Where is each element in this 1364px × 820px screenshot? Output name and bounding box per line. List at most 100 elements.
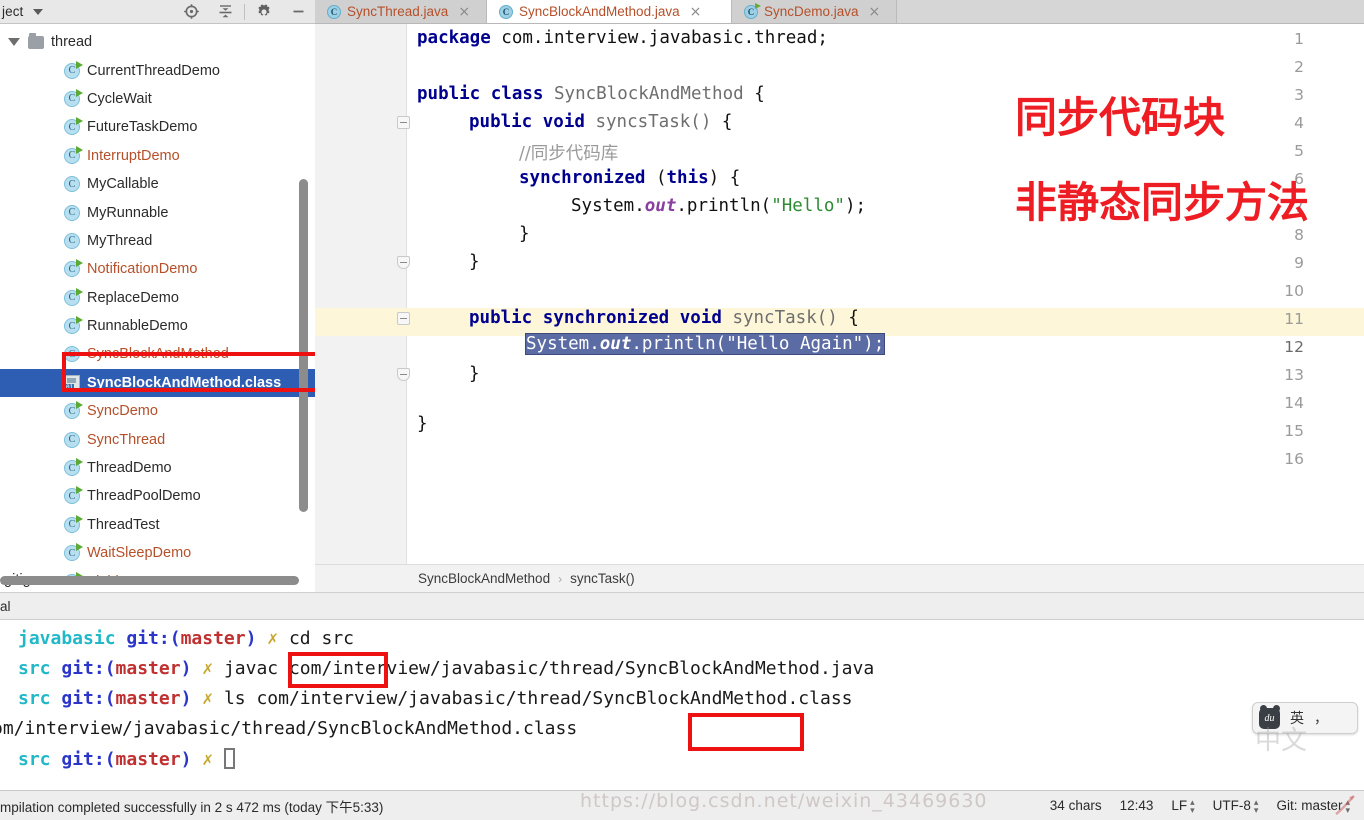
status-line-separator[interactable]: LF ▴ ▾ xyxy=(1171,796,1195,815)
chevron-down-icon[interactable] xyxy=(33,8,44,15)
code-comment: //同步代码库 xyxy=(519,144,619,164)
tree-node-my-runnable[interactable]: C MyRunnable xyxy=(0,198,315,226)
toolwindow-title: ject xyxy=(2,4,24,19)
code-keyword: synchronized xyxy=(519,168,646,188)
status-bar: mpilation completed successfully in 2 s … xyxy=(0,790,1364,820)
terminal-tab-label[interactable]: al xyxy=(0,599,11,614)
status-git-branch-label: Git: master xyxy=(1276,798,1343,813)
tree-node-notification-demo[interactable]: C NotificationDemo xyxy=(0,255,315,283)
tree-node-runnable-demo[interactable]: C RunnableDemo xyxy=(0,312,315,340)
code-text: ); xyxy=(844,196,867,216)
code-line-12: System.out.println("Hello Again"); xyxy=(524,333,886,355)
tree-node-wait-sleep-demo[interactable]: C WaitSleepDemo xyxy=(0,539,315,567)
tree-node-sync-block-and-method-class[interactable]: SyncBlockAndMethod.class xyxy=(0,368,315,398)
tree-node-cycle-wait[interactable]: C CycleWait xyxy=(0,85,315,113)
tree-node-sync-demo[interactable]: C SyncDemo xyxy=(0,397,315,425)
java-runnable-class-icon: C xyxy=(64,88,83,107)
terminal-dirty-mark: ✗ xyxy=(202,658,224,679)
tree-vertical-scrollbar[interactable] xyxy=(299,179,308,512)
terminal-git-suffix: ) xyxy=(180,749,203,770)
java-runnable-class-icon: C xyxy=(64,486,83,505)
code-string: "Hello" xyxy=(771,196,845,216)
tree-horizontal-scrollbar[interactable] xyxy=(0,576,299,585)
terminal-dir: src xyxy=(18,658,62,679)
java-runnable-class-icon: C xyxy=(64,543,83,562)
tree-node-replace-demo[interactable]: C ReplaceDemo xyxy=(0,284,315,312)
terminal-dir: src xyxy=(18,688,62,709)
code-text: System. xyxy=(526,334,600,354)
ime-punctuation-label[interactable]: ， xyxy=(1314,708,1328,728)
terminal-branch: master xyxy=(115,658,181,679)
code-keyword: package xyxy=(417,28,491,48)
locate-icon[interactable] xyxy=(174,0,208,24)
java-class-icon: C xyxy=(327,4,341,19)
ime-indicator[interactable]: du 英 ， xyxy=(1252,702,1358,734)
tab-label: SyncBlockAndMethod.java xyxy=(519,4,680,19)
tree-node-future-task-demo[interactable]: C FutureTaskDemo xyxy=(0,113,315,141)
code-selection[interactable]: System.out.println("Hello Again"); xyxy=(524,333,886,355)
folder-icon xyxy=(28,32,44,49)
tab-sync-thread[interactable]: C SyncThread.java × xyxy=(315,0,487,23)
terminal-line-1: javabasic git:(master) ✗ cd src xyxy=(18,628,354,649)
terminal-command: cd src xyxy=(288,628,354,649)
tab-sync-block-and-method[interactable]: C SyncBlockAndMethod.java × xyxy=(487,0,732,23)
chevron-down-icon[interactable] xyxy=(8,38,20,47)
tree-node-current-thread-demo[interactable]: C CurrentThreadDemo xyxy=(0,56,315,84)
terminal-line-3: src git:(master) ✗ ls com/interview/java… xyxy=(18,688,853,709)
close-icon[interactable]: × xyxy=(458,5,470,19)
tree-node-sync-thread[interactable]: C SyncThread xyxy=(0,425,315,453)
tree-node-thread-demo[interactable]: C ThreadDemo xyxy=(0,454,315,482)
terminal-command: ls com/interview/javabasic/thread/SyncBl… xyxy=(223,688,853,709)
tree-node-thread-pool-demo[interactable]: C ThreadPoolDemo xyxy=(0,482,315,510)
status-git-branch[interactable]: Git: master ▴ ▾ xyxy=(1276,797,1350,814)
java-class-icon: C xyxy=(64,176,80,193)
terminal-git-prefix: git:( xyxy=(126,628,181,649)
breadcrumb-item-class[interactable]: SyncBlockAndMethod xyxy=(418,571,550,586)
code-identifier: syncsTask() xyxy=(595,112,712,132)
code-brace: { xyxy=(721,112,733,132)
status-encoding[interactable]: UTF-8 ▴ ▾ xyxy=(1213,796,1259,815)
chevron-updown-icon: ▴ ▾ xyxy=(1253,796,1259,815)
tree-node-my-callable[interactable]: C MyCallable xyxy=(0,170,315,198)
terminal-result: om/interview/javabasic/thread/SyncBlockA… xyxy=(0,718,578,739)
ide-window: ject C SyncThread.java × C SyncBlockAndM… xyxy=(0,0,1364,820)
status-caret-position[interactable]: 12:43 xyxy=(1120,798,1154,813)
tree-node-label: FutureTaskDemo xyxy=(87,119,198,136)
terminal-dir: javabasic xyxy=(18,628,127,649)
tab-sync-demo[interactable]: C SyncDemo.java × xyxy=(732,0,897,23)
close-icon[interactable]: × xyxy=(869,5,881,19)
code-text: System. xyxy=(571,196,645,216)
code-editor[interactable]: 1 2 3 4 5 6 7 8 9 10 11 12 13 14 15 16 p… xyxy=(315,24,1364,564)
java-runnable-class-icon: C xyxy=(64,117,83,136)
status-line-separator-label: LF xyxy=(1171,798,1188,813)
code-keyword: public xyxy=(417,84,481,104)
code-text: .println( xyxy=(631,334,727,354)
settings-gear-icon[interactable] xyxy=(247,0,281,24)
breadcrumb-item-method[interactable]: syncTask() xyxy=(570,571,635,586)
java-runnable-class-icon: C xyxy=(64,514,83,533)
tree-node-sync-block-and-method[interactable]: C SyncBlockAndMethod xyxy=(0,340,315,368)
tab-label: SyncDemo.java xyxy=(764,4,859,19)
collapse-all-icon[interactable] xyxy=(208,0,242,24)
ime-mode-label[interactable]: 英 xyxy=(1290,708,1304,728)
editor-gutter[interactable] xyxy=(315,24,407,564)
code-text: .println( xyxy=(676,196,772,216)
terminal-git-suffix: ) xyxy=(180,658,203,679)
code-line-13: } xyxy=(469,364,480,384)
tree-node-my-thread[interactable]: C MyThread xyxy=(0,227,315,255)
tree-node-thread[interactable]: thread xyxy=(0,28,315,56)
project-tree[interactable]: thread C CurrentThreadDemo C CycleWait C… xyxy=(0,24,315,576)
tree-node-label: SyncDemo xyxy=(87,403,158,420)
breadcrumb[interactable]: SyncBlockAndMethod › syncTask() xyxy=(315,564,1364,592)
tree-node-interrupt-demo[interactable]: C InterruptDemo xyxy=(0,142,315,170)
tree-node-thread-test[interactable]: C ThreadTest xyxy=(0,511,315,539)
close-icon[interactable]: × xyxy=(690,5,702,19)
terminal-dir: src xyxy=(18,749,62,770)
java-class-icon: C xyxy=(64,204,80,221)
chevron-updown-icon: ▴ ▾ xyxy=(1190,796,1195,815)
minimize-icon[interactable] xyxy=(281,0,315,24)
terminal-output[interactable]: javabasic git:(master) ✗ cd src src git:… xyxy=(0,620,1364,790)
terminal-tab-bar[interactable]: al xyxy=(0,592,1364,620)
